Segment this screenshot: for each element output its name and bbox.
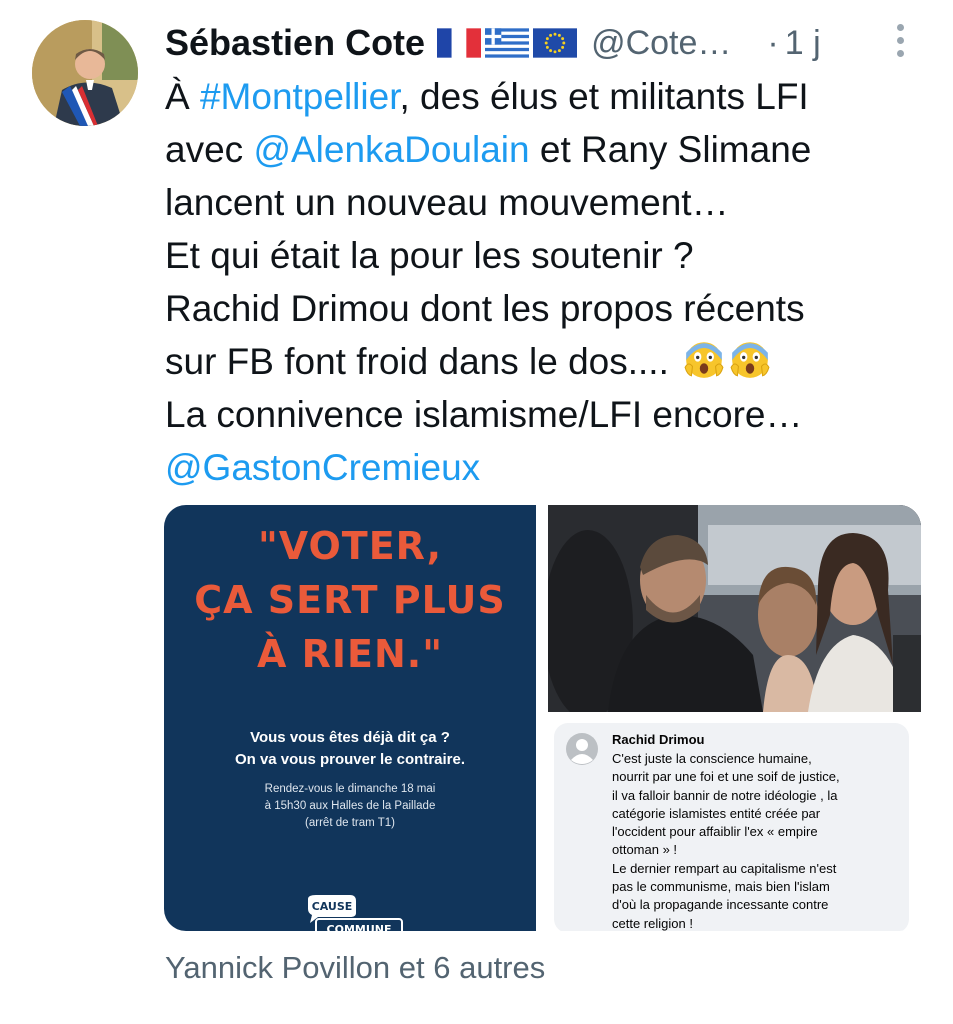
mention-link[interactable]: @GastonCremieux (165, 441, 925, 494)
author-name[interactable]: Sébastien Cote (165, 22, 425, 64)
user-avatar-icon (566, 733, 598, 765)
svg-text:CAUSE: CAUSE (312, 900, 353, 913)
tweet-line: La connivence islamisme/LFI encore… (165, 394, 803, 435)
greece-flag-icon (485, 28, 530, 58)
mention-link[interactable]: @AlenkaDoulain (253, 129, 529, 170)
author-flags (437, 28, 578, 58)
media-facebook-screenshot[interactable]: Rachid Drimou C'est juste la conscience … (548, 717, 921, 931)
cause-commune-logo: CAUSE COMMUNE (308, 895, 403, 931)
tweet-line: avec @AlenkaDoulain et Rany Slimane (165, 129, 812, 170)
media-poster-image[interactable]: "VOTER, ÇA SERT PLUS À RIEN." Vous vous … (164, 505, 536, 931)
eu-flag-icon (533, 28, 578, 58)
media-crowd-photo[interactable] (548, 505, 921, 712)
screaming-face-emoji-icon (684, 342, 724, 378)
tweet-line: lancent un nouveau mouvement… (165, 182, 729, 223)
more-options-icon[interactable] (893, 24, 907, 60)
author-handle[interactable]: @Cote… (591, 24, 731, 63)
comment-text: C'est juste la conscience humaine, nourr… (612, 751, 840, 931)
tweet-line: À #Montpellier, des élus et militants LF… (165, 76, 809, 117)
tweet-header: Sébastien Cote @Cote… · 1 j (165, 18, 925, 68)
svg-text:COMMUNE: COMMUNE (327, 923, 392, 931)
avatar-mayor-photo (32, 20, 138, 126)
tweet-timestamp[interactable]: 1 j (785, 24, 821, 63)
screaming-face-emoji-icon (730, 342, 770, 378)
poster-event-info: Rendez-vous le dimanche 18 mai à 15h30 a… (264, 783, 436, 829)
hashtag-link[interactable]: #Montpellier (200, 76, 400, 117)
crowd-photo-image (548, 505, 921, 712)
liked-by-text[interactable]: Yannick Povillon et 6 autres (165, 950, 545, 986)
tweet-body: À #Montpellier, des élus et militants LF… (165, 70, 925, 494)
commenter-name: Rachid Drimou (612, 732, 705, 747)
tweet-line: sur FB font froid dans le dos.... (165, 335, 925, 388)
france-flag-icon (437, 28, 482, 58)
facebook-comment: Rachid Drimou C'est juste la conscience … (554, 723, 909, 931)
poster-subtitle: Vous vous êtes déjà dit ça ? On va vous … (234, 729, 466, 768)
author-avatar[interactable] (32, 20, 138, 126)
tweet-media[interactable]: "VOTER, ÇA SERT PLUS À RIEN." Vous vous … (164, 505, 921, 931)
separator-dot: · (767, 23, 779, 62)
tweet-line: Rachid Drimou dont les propos récents (165, 288, 805, 329)
tweet-line: Et qui était la pour les soutenir ? (165, 235, 694, 276)
poster-quote: "VOTER, ÇA SERT PLUS À RIEN." (194, 524, 506, 676)
